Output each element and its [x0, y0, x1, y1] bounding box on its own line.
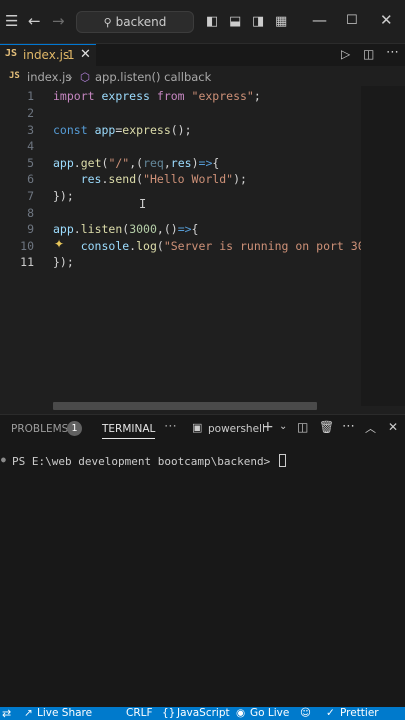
chevron-down-icon[interactable]: ⌄ [279, 421, 287, 432]
line-number: 1 [27, 89, 34, 103]
toggle-panel-icon[interactable]: ⬓ [229, 14, 241, 29]
line-number: 7 [27, 189, 34, 203]
tab-index-js[interactable]: JS index.js 1 ✕ [0, 44, 96, 66]
more-actions-icon[interactable]: ⋯ [342, 419, 355, 434]
line-number: 11 [20, 255, 34, 269]
function-symbol-icon: ⬡ [80, 70, 91, 84]
terminal-cursor [278, 454, 286, 467]
search-text: backend [115, 15, 167, 29]
customize-layout-icon[interactable]: ▦ [275, 14, 287, 29]
toggle-primary-sidebar-icon[interactable]: ◧ [206, 14, 218, 29]
code-line-10: console.log("Server is running on port 3… [80, 239, 372, 253]
editor-tab-bar: JS index.js 1 ✕ ▷ ◫ ⋯ [0, 44, 405, 66]
code-line-3: const app=express(); [53, 123, 192, 137]
breadcrumb-file[interactable]: index.js [27, 70, 71, 84]
command-center-search[interactable]: ⚲ backend [76, 11, 194, 33]
title-bar: ☰ ← → ⚲ backend ◧ ⬓ ◨ ▦ — ☐ ✕ [0, 0, 405, 44]
broadcast-icon: ◉ [236, 707, 246, 719]
split-editor-icon[interactable]: ◫ [363, 47, 374, 62]
minimize-icon[interactable]: — [312, 13, 327, 28]
more-panels-icon[interactable]: ⋯ [164, 419, 177, 434]
maximize-icon[interactable]: ☐ [346, 13, 358, 28]
horizontal-scrollbar[interactable] [53, 402, 317, 410]
language-mode-item[interactable]: JavaScript [177, 707, 230, 720]
line-number: 2 [27, 106, 34, 120]
code-editor[interactable]: 1 2 3 4 5 6 7 8 9 10 11 import express f… [0, 86, 405, 410]
live-share-item[interactable]: Live Share [37, 707, 92, 720]
code-line-7: }); [53, 189, 74, 203]
tab-label: index.js [23, 48, 70, 62]
forward-arrow-icon[interactable]: → [52, 14, 65, 29]
menu-icon[interactable]: ☰ [5, 14, 18, 29]
tab-problem-count: 1 [67, 48, 75, 62]
line-number: 9 [27, 222, 34, 236]
toggle-secondary-sidebar-icon[interactable]: ◨ [252, 14, 264, 29]
terminal-shell-label[interactable]: powershell [208, 423, 265, 435]
text-cursor-icon: I [139, 197, 147, 211]
javascript-file-icon: JS [5, 48, 18, 59]
line-number: 10 [20, 239, 34, 253]
copilot-icon[interactable]: ☺ [300, 707, 311, 720]
run-icon[interactable]: ▷ [341, 47, 350, 62]
terminal-prompt: PS E:\web development bootcamp\backend> [12, 455, 277, 468]
language-icon: {} [162, 707, 176, 719]
breadcrumb-symbol[interactable]: app.listen() callback [95, 70, 211, 84]
tab-terminal[interactable]: TERMINAL [102, 423, 156, 439]
live-share-icon: ↗ [24, 707, 33, 719]
new-terminal-icon[interactable]: + [262, 419, 274, 435]
code-line-1: import express from "express"; [53, 89, 261, 103]
line-number: 5 [27, 156, 34, 170]
line-number: 8 [27, 206, 34, 220]
code-line-11: }); [53, 255, 74, 269]
sparkle-icon[interactable]: ✦ [54, 237, 64, 251]
breadcrumb-separator: › [68, 70, 73, 84]
breadcrumb: JS index.js › ⬡ app.listen() callback [0, 70, 405, 86]
terminal[interactable]: ● PS E:\web development bootcamp\backend… [0, 442, 405, 707]
kill-terminal-icon[interactable]: 🗑 [319, 420, 334, 434]
line-number: 4 [27, 139, 34, 153]
problems-count-badge: 1 [67, 421, 82, 436]
more-actions-icon[interactable]: ⋯ [386, 45, 399, 60]
split-terminal-icon[interactable]: ◫ [297, 420, 308, 434]
remote-indicator-icon[interactable]: ⇄ [2, 707, 11, 720]
tab-problems[interactable]: PROBLEMS [11, 423, 68, 435]
close-window-icon[interactable]: ✕ [380, 13, 393, 28]
terminal-line: PS E:\web development bootcamp\backend> [12, 454, 286, 468]
code-line-6: res.send("Hello World"); [80, 172, 247, 186]
prettier-item[interactable]: Prettier [340, 707, 379, 720]
line-number: 3 [27, 123, 34, 137]
go-live-item[interactable]: Go Live [250, 707, 289, 720]
line-number: 6 [27, 172, 34, 186]
terminal-shell-icon: ▣ [192, 421, 203, 434]
command-decoration-icon: ● [1, 455, 6, 464]
code-line-5: app.get("/",(req,res)=>{ [53, 156, 220, 170]
close-tab-icon[interactable]: ✕ [80, 47, 91, 62]
search-icon: ⚲ [103, 16, 112, 29]
check-double-icon: ✓ [326, 707, 335, 719]
minimap[interactable] [361, 86, 405, 406]
back-arrow-icon[interactable]: ← [28, 14, 41, 29]
status-bar: ⇄ ↗ Live Share CRLF {} JavaScript ◉ Go L… [0, 707, 405, 720]
panel-tab-bar: PROBLEMS 1 TERMINAL ⋯ ▣ powershell + ⌄ ◫… [0, 414, 405, 442]
close-panel-icon[interactable]: ✕ [388, 420, 398, 434]
eol-item[interactable]: CRLF [126, 707, 153, 720]
code-line-9: app.listen(3000,()=>{ [53, 222, 199, 236]
javascript-file-icon: JS [9, 71, 20, 81]
maximize-panel-icon[interactable]: ︿ [365, 420, 376, 436]
